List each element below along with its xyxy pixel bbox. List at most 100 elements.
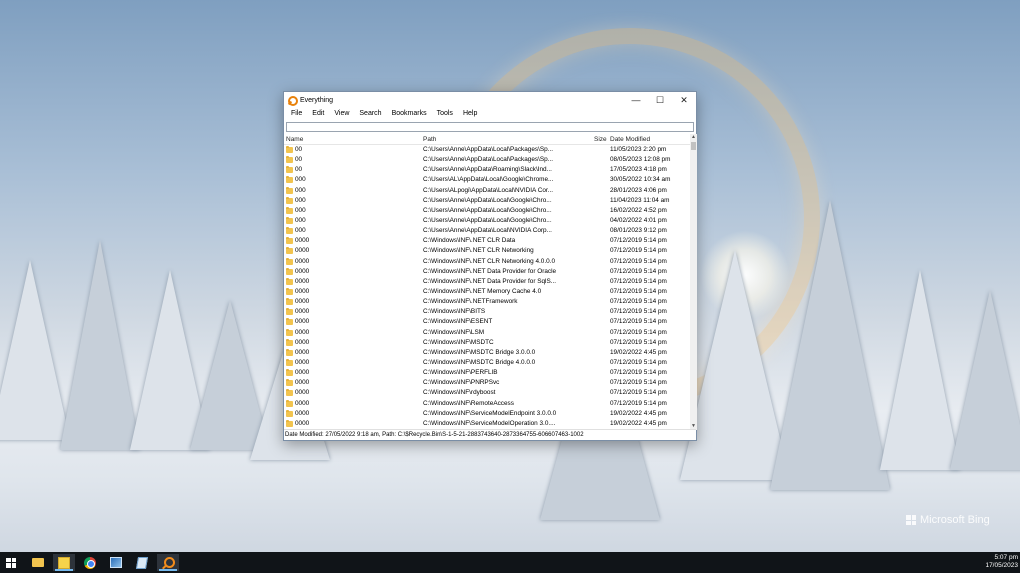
file-explorer-icon: [32, 558, 44, 567]
result-row[interactable]: 000 C:\Users\Anne\AppData\Local\Google\Ch…: [284, 206, 690, 216]
result-path: C:\Windows\INF\ServiceModelEndpoint 3.0.…: [423, 409, 557, 417]
result-row[interactable]: 000 C:\Users\Anne\AppData\Local\Google\Ch…: [284, 196, 690, 206]
result-date-modified: 07/12/2019 5:14 pm: [610, 369, 667, 377]
result-date-modified: 07/12/2019 5:14 pm: [610, 379, 667, 387]
result-path: C:\Windows\INF\.NET CLR Data: [423, 237, 516, 245]
result-row[interactable]: 0000 C:\Windows\INF\.NET Data Provider fo…: [284, 267, 690, 277]
minimize-button[interactable]: —: [624, 92, 648, 108]
result-row[interactable]: 00 C:\Users\Anne\AppData\Local\Packages\S…: [284, 155, 690, 165]
result-date-modified: 08/01/2023 9:12 pm: [610, 227, 667, 235]
results-list: 00 C:\Users\Anne\AppData\Local\Packages\S…: [284, 145, 690, 431]
result-row[interactable]: 0000 C:\Windows\INF\PNRPSvc 07/12/2019 5:1…: [284, 378, 690, 388]
result-row[interactable]: 000 C:\Users\Anne\AppData\Local\Google\Ch…: [284, 216, 690, 226]
snowy-tree: [770, 200, 890, 490]
scroll-up-icon[interactable]: ▲: [690, 134, 697, 141]
menu-file[interactable]: File: [286, 110, 307, 117]
photos-icon: [110, 557, 122, 568]
folder-icon: [286, 328, 293, 336]
folder-icon: [286, 277, 293, 285]
scrollbar-thumb[interactable]: [691, 142, 696, 150]
close-button[interactable]: ✕: [672, 92, 696, 108]
result-name: 0000: [295, 419, 310, 427]
result-path: C:\Windows\INF\ServiceModelOperation 3.0…: [423, 419, 556, 427]
result-path: C:\Users\Anne\AppData\Local\Packages\Sp.…: [423, 156, 554, 164]
result-row[interactable]: 0000 C:\Windows\INF\ServiceModelEndpoint …: [284, 409, 690, 419]
result-row[interactable]: 0000 C:\Windows\INF\rdyboost 07/12/2019 5:…: [284, 388, 690, 398]
vertical-scrollbar[interactable]: ▲ ▼: [690, 134, 697, 430]
result-path: C:\Users\Anne\AppData\Local\Packages\Sp.…: [423, 146, 554, 153]
result-row[interactable]: 0000 C:\Windows\INF\.NET CLR Networking 07…: [284, 246, 690, 256]
microsoft-logo-icon: [906, 515, 916, 525]
result-row[interactable]: 0000 C:\Windows\INF\.NET CLR Data 07/12/20…: [284, 236, 690, 246]
folder-icon: [286, 247, 293, 255]
menu-bookmarks[interactable]: Bookmarks: [387, 110, 432, 117]
sticky-notes-icon: [58, 556, 70, 569]
folder-icon: [286, 379, 293, 387]
result-row[interactable]: 0000 C:\Windows\INF\ESENT 07/12/2019 5:14 …: [284, 317, 690, 327]
column-header-name[interactable]: Name: [286, 136, 303, 143]
bing-watermark: Microsoft Bing: [906, 514, 990, 526]
result-date-modified: 07/12/2019 5:14 pm: [610, 358, 667, 366]
result-row[interactable]: 000 C:\Users\ALpogi\AppData\Local\NVIDIA …: [284, 186, 690, 196]
search-input[interactable]: [286, 122, 694, 132]
column-header-date-modified[interactable]: Date Modified: [610, 136, 650, 143]
column-header-size[interactable]: Size: [594, 136, 607, 143]
folder-icon: [286, 146, 293, 153]
result-name: 0000: [295, 328, 310, 336]
result-row[interactable]: 0000 C:\Windows\INF\PERFLIB 07/12/2019 5:1…: [284, 368, 690, 378]
column-header-path[interactable]: Path: [423, 136, 436, 143]
everything-window: Everything — ☐ ✕ File Edit View Search B…: [283, 91, 697, 441]
result-row[interactable]: 0000 C:\Windows\INF\.NET CLR Networking 4…: [284, 257, 690, 267]
result-name: 000: [295, 227, 306, 235]
taskbar: 5:07 pm 17/05/2023: [0, 552, 1020, 573]
result-name: 00: [295, 146, 303, 153]
result-name: 0000: [295, 257, 310, 265]
taskbar-photos[interactable]: [105, 554, 127, 571]
result-row[interactable]: 0000 C:\Windows\INF\MSDTC Bridge 4.0.0.0 0…: [284, 358, 690, 368]
menu-bar: File Edit View Search Bookmarks Tools He…: [284, 108, 696, 119]
result-path: C:\Windows\INF\.NETFramework: [423, 298, 518, 306]
result-name: 0000: [295, 409, 310, 417]
result-row[interactable]: 0000 C:\Windows\INF\LSM 07/12/2019 5:14 pm: [284, 328, 690, 338]
result-row[interactable]: 0000 C:\Windows\INF\.NET Data Provider fo…: [284, 277, 690, 287]
result-path: C:\Windows\INF\PNRPSvc: [423, 379, 500, 387]
title-bar[interactable]: Everything — ☐ ✕: [284, 92, 696, 108]
result-date-modified: 11/04/2023 11:04 am: [610, 196, 670, 204]
maximize-button[interactable]: ☐: [648, 92, 672, 108]
folder-icon: [286, 166, 293, 174]
result-date-modified: 19/02/2022 4:45 pm: [610, 348, 667, 356]
menu-search[interactable]: Search: [354, 110, 386, 117]
result-row[interactable]: 0000 C:\Windows\INF\ServiceModelOperation…: [284, 419, 690, 429]
menu-help[interactable]: Help: [458, 110, 482, 117]
result-row[interactable]: 00 C:\Users\Anne\AppData\Local\Packages\S…: [284, 145, 690, 155]
result-row[interactable]: 0000 C:\Windows\INF\.NET Memory Cache 4.0…: [284, 287, 690, 297]
status-bar: Date Modified: 27/05/2022 9:18 am, Path:…: [284, 429, 696, 440]
folder-icon: [286, 257, 293, 265]
result-row[interactable]: 0000 C:\Windows\INF\BITS 07/12/2019 5:14 p…: [284, 307, 690, 317]
menu-view[interactable]: View: [329, 110, 354, 117]
result-name: 0000: [295, 399, 310, 407]
folder-icon: [286, 216, 293, 224]
clock-date: 17/05/2023: [985, 562, 1018, 569]
menu-edit[interactable]: Edit: [307, 110, 329, 117]
start-button[interactable]: [0, 554, 22, 571]
menu-tools[interactable]: Tools: [432, 110, 458, 117]
result-name: 000: [295, 196, 306, 204]
result-row[interactable]: 0000 C:\Windows\INF\.NETFramework 07/12/20…: [284, 297, 690, 307]
result-date-modified: 30/05/2022 10:34 am: [610, 176, 671, 184]
result-row[interactable]: 00 C:\Users\Anne\AppData\Roaming\Slack\In…: [284, 165, 690, 175]
taskbar-file-explorer[interactable]: [27, 554, 49, 571]
result-name: 000: [295, 206, 306, 214]
result-row[interactable]: 0000 C:\Windows\INF\MSDTC 07/12/2019 5:14 …: [284, 338, 690, 348]
taskbar-chrome[interactable]: [79, 554, 101, 571]
system-clock[interactable]: 5:07 pm 17/05/2023: [985, 554, 1018, 570]
result-date-modified: 07/12/2019 5:14 pm: [610, 237, 667, 245]
folder-icon: [286, 308, 293, 316]
result-row[interactable]: 0000 C:\Windows\INF\MSDTC Bridge 3.0.0.0 1…: [284, 348, 690, 358]
taskbar-everything[interactable]: [157, 554, 179, 571]
result-row[interactable]: 000 C:\Users\AL\AppData\Local\Google\Chro…: [284, 175, 690, 185]
taskbar-sticky-notes[interactable]: [53, 554, 75, 571]
taskbar-notepad[interactable]: [131, 554, 153, 571]
result-row[interactable]: 000 C:\Users\Anne\AppData\Local\NVIDIA Co…: [284, 226, 690, 236]
result-row[interactable]: 0000 C:\Windows\INF\RemoteAccess 07/12/201…: [284, 399, 690, 409]
